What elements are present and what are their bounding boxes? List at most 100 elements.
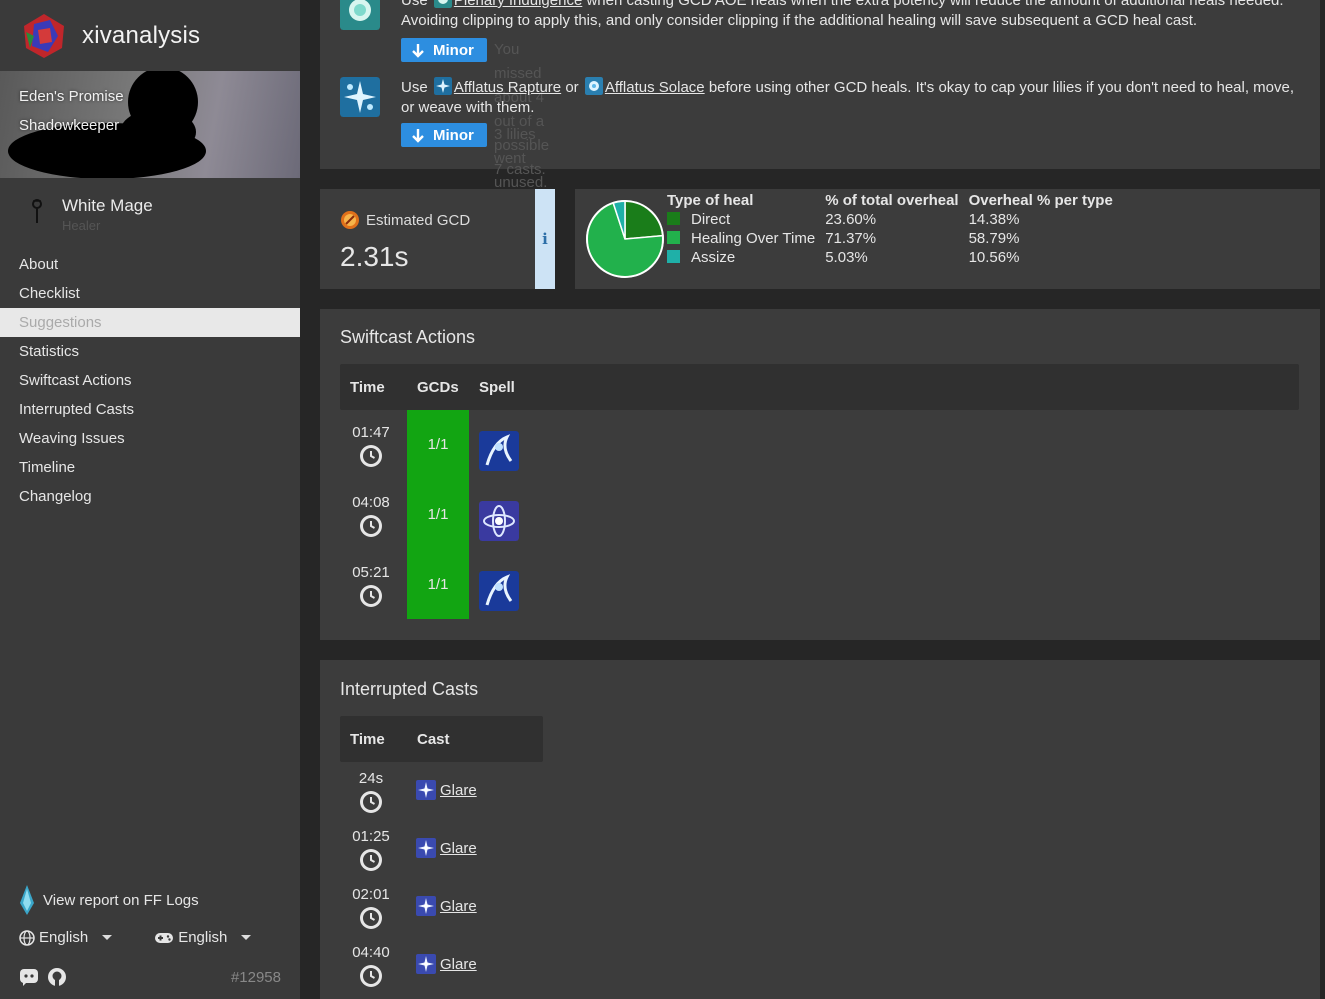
- glare-icon: [416, 780, 436, 800]
- fflogs-link[interactable]: View report on FF Logs: [0, 885, 199, 915]
- overheal-table: Type of heal % of total overheal Overhea…: [667, 191, 1123, 267]
- table-row-time: 24s: [350, 770, 392, 814]
- plenary-indulgence-icon: [340, 0, 380, 30]
- white-mage-job-icon: [32, 199, 42, 223]
- brand[interactable]: xivanalysis: [0, 0, 300, 71]
- afflatus-rapture-icon: [340, 77, 380, 117]
- interrupted-cast-item[interactable]: Glare: [416, 896, 477, 916]
- fflogs-link-label: View report on FF Logs: [43, 891, 199, 909]
- gcd-value: 2.31s: [340, 241, 409, 272]
- interrupted-cast-item[interactable]: Glare: [416, 780, 477, 800]
- legend-swatch: [667, 212, 680, 225]
- total-overheal-cell: 5.03%: [825, 249, 868, 266]
- raise-icon: [479, 571, 519, 611]
- severity-badge: Minor: [401, 123, 487, 147]
- panel-title: Swiftcast Actions: [340, 327, 476, 347]
- cast-link[interactable]: Glare: [440, 782, 477, 799]
- discord-icon[interactable]: [19, 967, 39, 987]
- table-row: Assize 5.03% 10.56%: [667, 248, 1123, 267]
- table-row-time: 05:21: [350, 564, 392, 608]
- heal-type-cell: Assize: [667, 248, 825, 267]
- sidebar-item-suggestions[interactable]: Suggestions: [0, 308, 300, 337]
- sidebar-item-timeline[interactable]: Timeline: [0, 453, 300, 482]
- afflatus-solace-icon: [584, 77, 603, 95]
- spell-link[interactable]: Plenary Indulgence: [454, 0, 582, 9]
- sidebar: xivanalysis Eden's Promise Shadowkeeper …: [0, 0, 300, 999]
- clock-icon[interactable]: [359, 514, 383, 538]
- table-row-time: 04:08: [350, 494, 392, 538]
- suggestion-text: Use Afflatus Rapture or Afflatus Solace …: [401, 77, 1295, 116]
- gamepad-icon: [155, 932, 174, 943]
- language-row: English English: [19, 929, 252, 946]
- suggestion-text: Use Plenary Indulgence when casting GCD …: [401, 0, 1311, 31]
- clock-icon[interactable]: [359, 848, 383, 872]
- estimated-gcd-panel: Estimated GCD 2.31s i: [320, 189, 555, 289]
- per-type-overheal-cell: 58.79%: [968, 230, 1020, 247]
- brand-title: xivanalysis: [82, 21, 201, 49]
- sidebar-item-statistics[interactable]: Statistics: [0, 337, 300, 366]
- column-header: Spell: [479, 378, 515, 396]
- globe-icon: [19, 929, 35, 946]
- chevron-down-icon: [102, 935, 113, 940]
- sidebar-item-swiftcast-actions[interactable]: Swiftcast Actions: [0, 366, 300, 395]
- glare-icon: [416, 838, 436, 858]
- table-row-time: 02:01: [350, 886, 392, 930]
- interrupted-cast-item[interactable]: Glare: [416, 954, 477, 974]
- cast-link[interactable]: Glare: [440, 956, 477, 973]
- table-row: Healing Over Time 71.37% 58.79%: [667, 229, 1123, 248]
- xivanalysis-logo-icon: [24, 13, 64, 58]
- overheal-pie-chart: [586, 200, 664, 278]
- ui-language-select[interactable]: English: [19, 929, 113, 946]
- gcd-count: 1/1: [427, 436, 449, 453]
- glare-icon: [416, 896, 436, 916]
- holy-icon: [479, 501, 519, 541]
- heal-type-cell: Healing Over Time: [667, 229, 825, 248]
- heal-type-cell: Direct: [667, 210, 825, 229]
- clock-icon[interactable]: [359, 906, 383, 930]
- sidebar-item-about[interactable]: About: [0, 250, 300, 279]
- column-header: % of total overheal: [825, 192, 959, 209]
- fight-subname: Shadowkeeper: [19, 117, 120, 134]
- cast-link[interactable]: Glare: [440, 898, 477, 915]
- sidebar-item-interrupted-casts[interactable]: Interrupted Casts: [0, 395, 300, 424]
- clock-icon[interactable]: [359, 790, 383, 814]
- version-label: #12958: [230, 968, 281, 986]
- info-icon[interactable]: i: [535, 189, 555, 289]
- overheal-panel: Type of heal % of total overheal Overhea…: [575, 189, 1320, 289]
- raise-icon: [479, 431, 519, 471]
- clock-icon[interactable]: [359, 444, 383, 468]
- afflatus-rapture-icon: [433, 77, 452, 95]
- clock-icon[interactable]: [359, 584, 383, 608]
- sidebar-item-changelog[interactable]: Changelog: [0, 482, 300, 511]
- interrupted-table-header: Time Cast: [340, 716, 543, 762]
- table-row: Direct 23.60% 14.38%: [667, 210, 1123, 229]
- cast-link[interactable]: Glare: [440, 840, 477, 857]
- legend-swatch: [667, 250, 680, 263]
- suggestion-note: 3 lilies went unused.: [494, 126, 548, 191]
- swiftcast-table-header: Time GCDs Spell: [340, 364, 1299, 410]
- sidebar-item-weaving-issues[interactable]: Weaving Issues: [0, 424, 300, 453]
- github-icon[interactable]: [47, 967, 67, 987]
- redaction-blob: [120, 109, 196, 155]
- ui-language-label: English: [39, 929, 89, 946]
- interrupted-cast-item[interactable]: Glare: [416, 838, 477, 858]
- spell-link[interactable]: Afflatus Solace: [605, 79, 705, 96]
- clock-icon[interactable]: [359, 964, 383, 988]
- plenary-indulgence-icon: [433, 0, 452, 8]
- game-language-select[interactable]: English: [154, 929, 252, 946]
- table-row-time: 01:25: [350, 828, 392, 872]
- gcd-column-fill: 1/1 1/1 1/1: [407, 410, 469, 619]
- swiftcast-icon: [341, 211, 359, 229]
- table-row-time: 04:40: [350, 944, 392, 988]
- panel-title: Interrupted Casts: [340, 679, 479, 699]
- column-header: Type of heal: [667, 192, 754, 209]
- total-overheal-cell: 71.37%: [825, 230, 877, 247]
- fflogs-icon: [20, 885, 34, 915]
- swiftcast-panel: Swiftcast Actions Time GCDs Spell 1/1 1/…: [320, 309, 1320, 640]
- chevron-down-icon: [241, 935, 252, 940]
- legend-swatch: [667, 231, 680, 244]
- sidebar-item-checklist[interactable]: Checklist: [0, 279, 300, 308]
- spell-link[interactable]: Afflatus Rapture: [454, 79, 561, 96]
- column-header: Time: [350, 730, 385, 748]
- job-header: White Mage Healer: [0, 178, 300, 238]
